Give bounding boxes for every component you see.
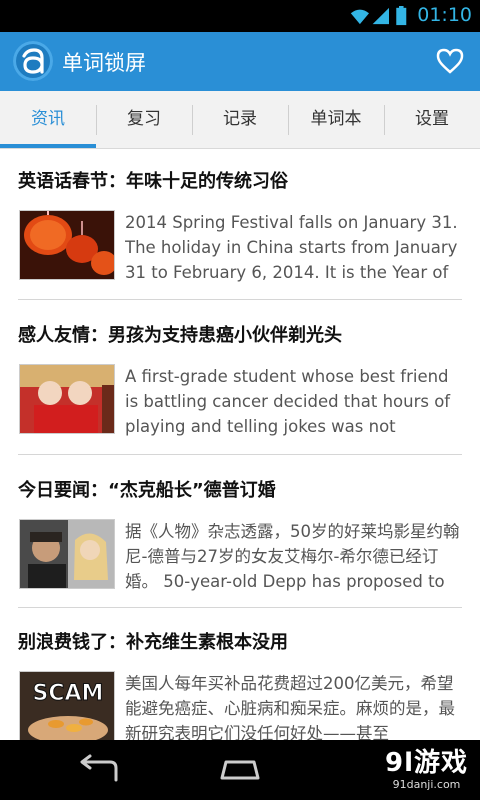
battery-icon <box>396 6 407 26</box>
list-divider <box>18 299 462 300</box>
scam-pills-image: SCAM <box>20 672 114 740</box>
article-thumbnail[interactable] <box>19 210 115 280</box>
list-divider <box>18 607 462 608</box>
signal-icon <box>372 7 389 25</box>
two-bald-boys-image <box>20 365 114 433</box>
favorite-heart-icon[interactable] <box>436 48 464 74</box>
status-bar: 01:10 <box>0 0 480 32</box>
list-item[interactable]: 英语话春节：年味十足的传统习俗 2014 Spring Festival fal… <box>18 167 462 282</box>
status-time: 01:10 <box>417 4 472 26</box>
scam-label: SCAM <box>33 681 104 706</box>
app-bar: 单词锁屏 <box>0 32 480 91</box>
system-nav-bar: 9l游戏 91danji.com <box>0 740 480 800</box>
tab-bar: 资讯 复习 记录 单词本 设置 <box>0 91 480 149</box>
back-icon[interactable] <box>76 754 122 784</box>
list-item[interactable]: 别浪费钱了：补充维生素根本没用 SCAM 美国人每年买补品花费超过200亿美元，… <box>18 628 462 740</box>
article-headline[interactable]: 今日要闻：“杰克船长”德普订婚 <box>18 476 462 504</box>
app-logo-icon[interactable] <box>13 41 53 81</box>
home-icon[interactable] <box>216 754 264 784</box>
article-summary[interactable]: A first-grade student whose best friend … <box>125 364 462 442</box>
tab-settings[interactable]: 设置 <box>384 91 480 148</box>
article-headline[interactable]: 感人友情：男孩为支持患癌小伙伴剃光头 <box>18 321 462 349</box>
article-summary[interactable]: 据《人物》杂志透露，50岁的好莱坞影星约翰尼-德普与27岁的女友艾梅尔-希尔德已… <box>125 519 462 597</box>
tab-records[interactable]: 记录 <box>192 91 288 148</box>
couple-image <box>20 520 114 588</box>
tab-wordbook[interactable]: 单词本 <box>288 91 384 148</box>
tab-news[interactable]: 资讯 <box>0 91 96 148</box>
tab-review[interactable]: 复习 <box>96 91 192 148</box>
watermark-site: 91danji.com <box>392 778 461 791</box>
list-item[interactable]: 今日要闻：“杰克船长”德普订婚 据《人物》杂志透露，50岁的好莱坞影星约翰尼-德… <box>18 476 462 591</box>
watermark-logo-text: 9l游戏 <box>384 748 468 778</box>
list-item[interactable]: 感人友情：男孩为支持患癌小伙伴剃光头 A first-grade student… <box>18 321 462 436</box>
article-thumbnail[interactable] <box>19 519 115 589</box>
watermark-logo: 9l游戏 91danji.com <box>385 748 468 791</box>
article-summary[interactable]: 美国人每年买补品花费超过200亿美元，希望能避免癌症、心脏病和痴呆症。麻烦的是，… <box>125 671 462 740</box>
list-divider <box>18 454 462 455</box>
article-thumbnail[interactable]: SCAM <box>19 671 115 740</box>
status-icons <box>350 6 407 26</box>
article-headline[interactable]: 英语话春节：年味十足的传统习俗 <box>18 167 462 195</box>
article-headline[interactable]: 别浪费钱了：补充维生素根本没用 <box>18 628 462 656</box>
red-lanterns-image <box>20 211 114 279</box>
article-thumbnail[interactable] <box>19 364 115 434</box>
app-title: 单词锁屏 <box>62 51 146 75</box>
article-summary[interactable]: 2014 Spring Festival falls on January 31… <box>125 210 462 288</box>
wifi-icon <box>350 9 369 25</box>
news-list[interactable]: 英语话春节：年味十足的传统习俗 2014 Spring Festival fal… <box>0 149 480 740</box>
